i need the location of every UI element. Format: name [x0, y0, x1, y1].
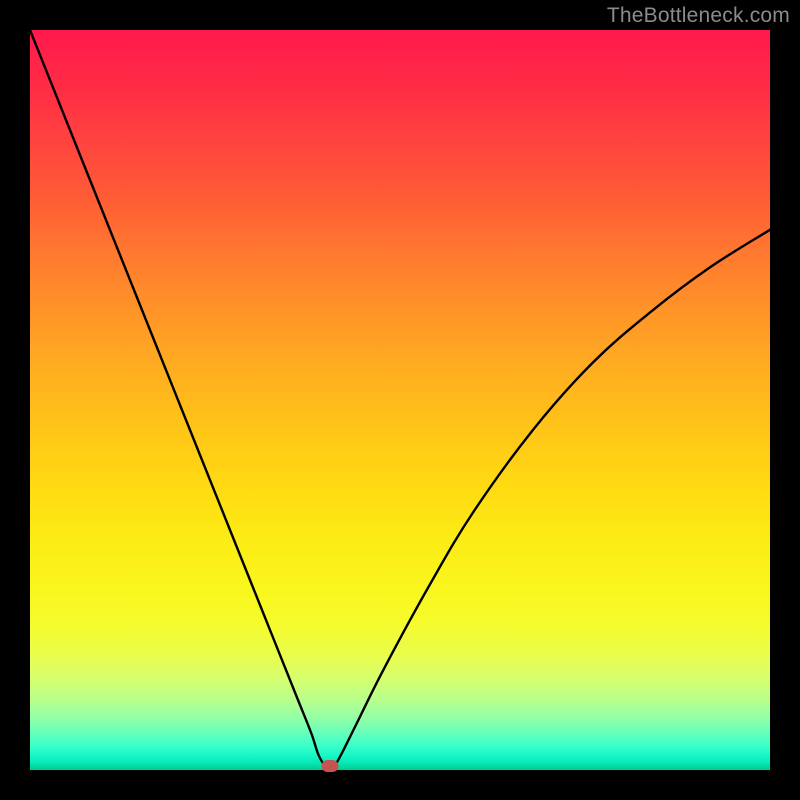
plot-area — [30, 30, 770, 770]
optimal-point-marker — [321, 760, 338, 772]
bottleneck-curve — [30, 30, 770, 770]
watermark-text: TheBottleneck.com — [607, 4, 790, 28]
chart-frame: TheBottleneck.com — [0, 0, 800, 800]
